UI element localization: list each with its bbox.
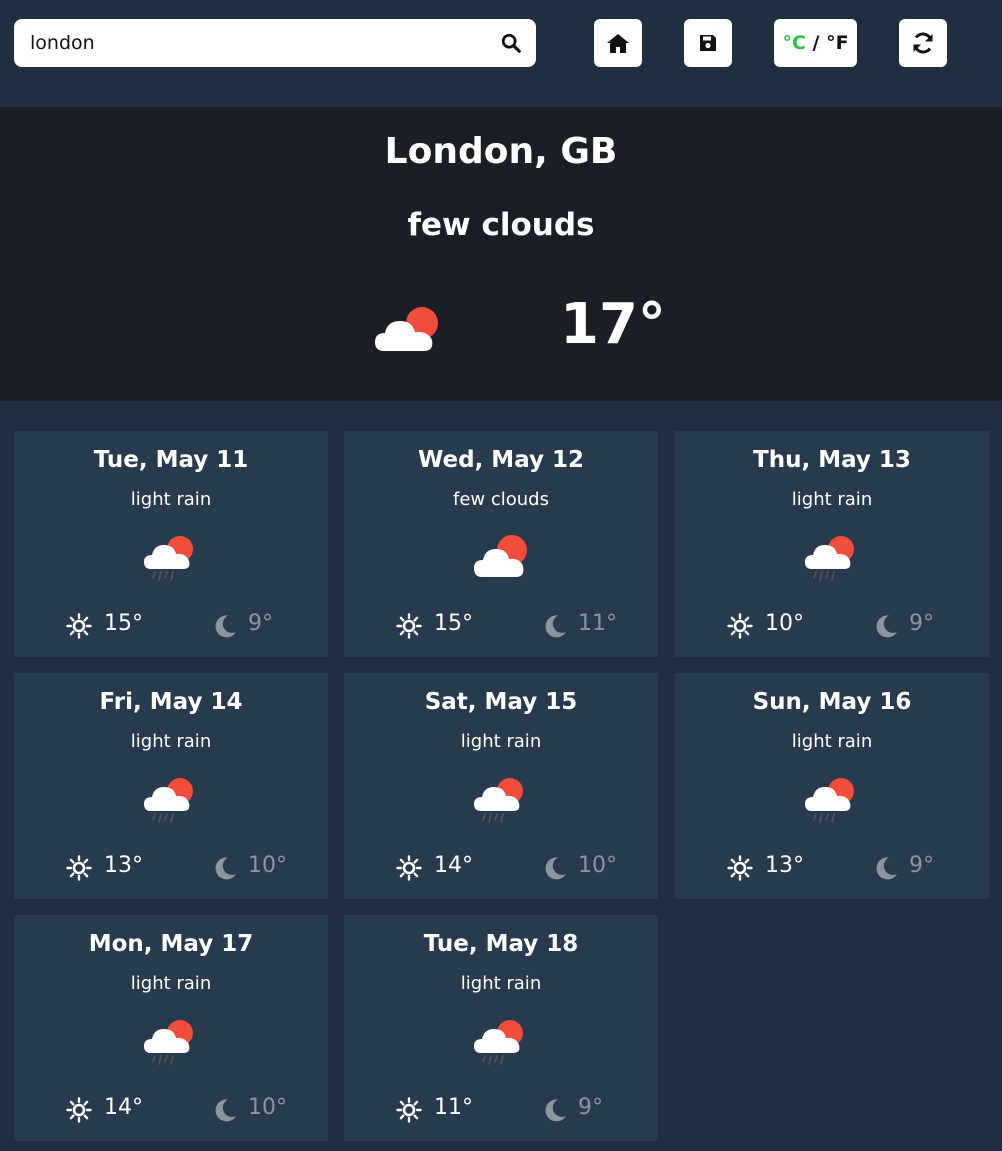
forecast-day: Thu, May 13 [753, 447, 911, 473]
forecast-card: Wed, May 12 few clouds 15° 11° [344, 431, 658, 657]
light-rain-icon [142, 533, 200, 583]
forecast-description: light rain [460, 731, 542, 752]
search-bar [14, 19, 536, 67]
forecast-high-temp: 14° [434, 853, 473, 878]
forecast-description: light rain [130, 973, 212, 994]
forecast-high-temp: 15° [104, 611, 143, 636]
moon-icon [873, 613, 899, 639]
forecast-low-temp: 9° [909, 853, 934, 878]
forecast-description: light rain [130, 489, 212, 510]
moon-icon [542, 613, 568, 639]
current-weather-panel: London, GB few clouds 17° [0, 107, 1002, 401]
sun-icon [396, 1097, 422, 1123]
moon-icon [212, 855, 238, 881]
moon-icon [542, 855, 568, 881]
home-icon [607, 34, 629, 53]
sun-icon [727, 613, 753, 639]
light-rain-icon [803, 775, 861, 825]
light-rain-icon [472, 775, 530, 825]
moon-icon [873, 855, 899, 881]
light-rain-icon [142, 1017, 200, 1067]
forecast-card: Sun, May 16 light rain 13° 9° [675, 673, 989, 899]
forecast-high-temp: 13° [104, 853, 143, 878]
light-rain-icon [142, 775, 200, 825]
few-clouds-icon [472, 533, 530, 583]
forecast-low-temp: 11° [578, 611, 617, 636]
forecast-low-temp: 10° [248, 1095, 287, 1120]
forecast-high-temp: 14° [104, 1095, 143, 1120]
forecast-day: Sat, May 15 [424, 689, 578, 715]
forecast-low-temp: 9° [909, 611, 934, 636]
moon-icon [212, 613, 238, 639]
forecast-card: Fri, May 14 light rain 13° 10° [14, 673, 328, 899]
city-title: London, GB [384, 131, 618, 172]
forecast-description: light rain [460, 973, 542, 994]
moon-icon [212, 1097, 238, 1123]
forecast-description: few clouds [453, 489, 549, 510]
light-rain-icon [803, 533, 861, 583]
celsius-label: °C [782, 32, 806, 54]
fahrenheit-label: °F [826, 32, 849, 54]
forecast-description: light rain [791, 489, 873, 510]
sun-icon [396, 855, 422, 881]
forecast-low-temp: 10° [578, 853, 617, 878]
forecast-description: light rain [130, 731, 212, 752]
forecast-low-temp: 9° [248, 611, 273, 636]
few-clouds-icon [375, 307, 438, 351]
forecast-high-temp: 13° [765, 853, 804, 878]
top-toolbar: °C / °F [0, 0, 1002, 107]
search-icon[interactable] [500, 32, 522, 54]
sun-icon [66, 855, 92, 881]
light-rain-icon [472, 1017, 530, 1067]
current-description: few clouds [407, 207, 595, 243]
moon-icon [542, 1097, 568, 1123]
forecast-day: Fri, May 14 [99, 689, 243, 715]
sun-icon [66, 613, 92, 639]
forecast-day: Tue, May 18 [423, 931, 579, 957]
forecast-card: Tue, May 18 light rain 11° 9° [344, 915, 658, 1141]
forecast-card: Tue, May 11 light rain 15° 9° [14, 431, 328, 657]
forecast-low-temp: 10° [248, 853, 287, 878]
current-temperature: 17° [560, 292, 666, 357]
forecast-card: Thu, May 13 light rain 10° 9° [675, 431, 989, 657]
forecast-low-temp: 9° [578, 1095, 603, 1120]
search-input[interactable] [14, 19, 484, 67]
home-button[interactable] [594, 19, 642, 67]
save-button[interactable] [684, 19, 732, 67]
save-icon [700, 35, 716, 51]
forecast-card: Mon, May 17 light rain 14° 10° [14, 915, 328, 1141]
forecast-day: Sun, May 16 [752, 689, 912, 715]
sun-icon [66, 1097, 92, 1123]
forecast-day: Wed, May 12 [417, 447, 585, 473]
forecast-description: light rain [791, 731, 873, 752]
forecast-day: Mon, May 17 [88, 931, 254, 957]
sun-icon [396, 613, 422, 639]
forecast-card: Sat, May 15 light rain 14° 10° [344, 673, 658, 899]
refresh-icon [913, 32, 933, 54]
sun-icon [727, 855, 753, 881]
forecast-high-temp: 10° [765, 611, 804, 636]
forecast-high-temp: 11° [434, 1095, 473, 1120]
unit-separator: / [805, 32, 827, 54]
forecast-day: Tue, May 11 [93, 447, 249, 473]
refresh-button[interactable] [899, 19, 947, 67]
unit-toggle-button[interactable]: °C / °F [774, 19, 857, 67]
forecast-high-temp: 15° [434, 611, 473, 636]
